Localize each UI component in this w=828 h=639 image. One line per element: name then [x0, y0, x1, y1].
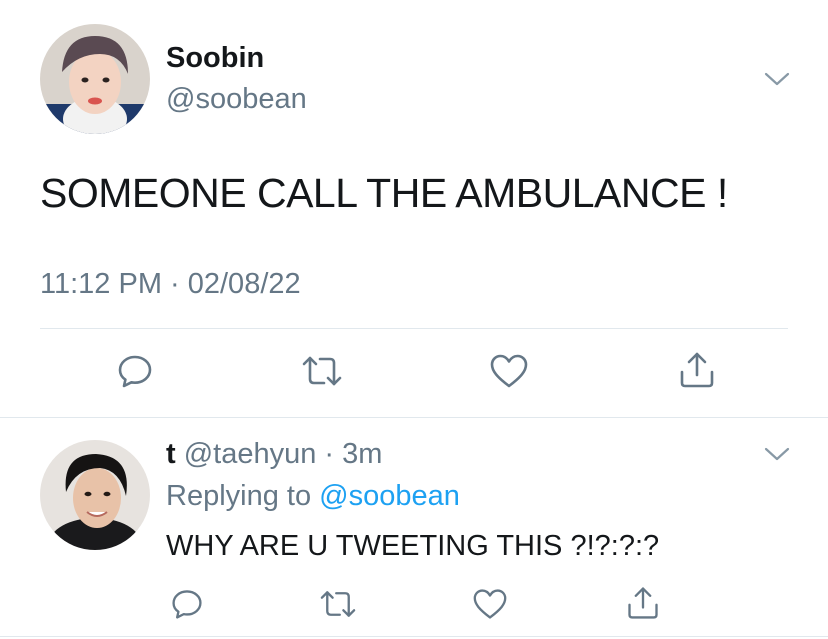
- retweet-icon[interactable]: [300, 352, 344, 390]
- reply-icon[interactable]: [116, 352, 154, 390]
- tweet-timestamp: 11:12 PM · 02/08/22: [40, 268, 301, 300]
- reply-text: WHY ARE U TWEETING THIS ?!?:?:?: [166, 530, 660, 562]
- reply-avatar[interactable]: [40, 440, 150, 550]
- divider: [40, 328, 788, 329]
- retweet-icon[interactable]: [318, 587, 358, 621]
- reply-time: 3m: [342, 438, 383, 470]
- chevron-down-icon[interactable]: [763, 70, 791, 88]
- like-icon[interactable]: [489, 352, 529, 390]
- reply-user-handle[interactable]: @taehyun: [184, 438, 317, 470]
- chevron-down-icon[interactable]: [763, 445, 791, 463]
- share-icon[interactable]: [625, 585, 661, 621]
- divider: [0, 636, 828, 637]
- main-tweet: Soobin @soobean SOMEONE CALL THE AMBULAN…: [0, 0, 828, 418]
- tweet-text: SOMEONE CALL THE AMBULANCE !: [40, 170, 728, 216]
- reply-separator: ·: [316, 438, 343, 470]
- replying-to: Replying to @soobean: [166, 480, 460, 513]
- replying-mention-link[interactable]: @soobean: [319, 480, 460, 512]
- share-icon[interactable]: [677, 350, 717, 390]
- reply-icon[interactable]: [170, 587, 204, 621]
- display-name[interactable]: Soobin: [166, 42, 264, 75]
- replying-prefix: Replying to: [166, 480, 320, 512]
- reply-header: t @taehyun · 3m: [166, 438, 382, 471]
- reply-display-name[interactable]: t: [166, 438, 176, 470]
- user-handle[interactable]: @soobean: [166, 83, 307, 116]
- avatar[interactable]: [40, 24, 150, 134]
- like-icon[interactable]: [472, 587, 508, 621]
- tweet-separator: [0, 417, 828, 418]
